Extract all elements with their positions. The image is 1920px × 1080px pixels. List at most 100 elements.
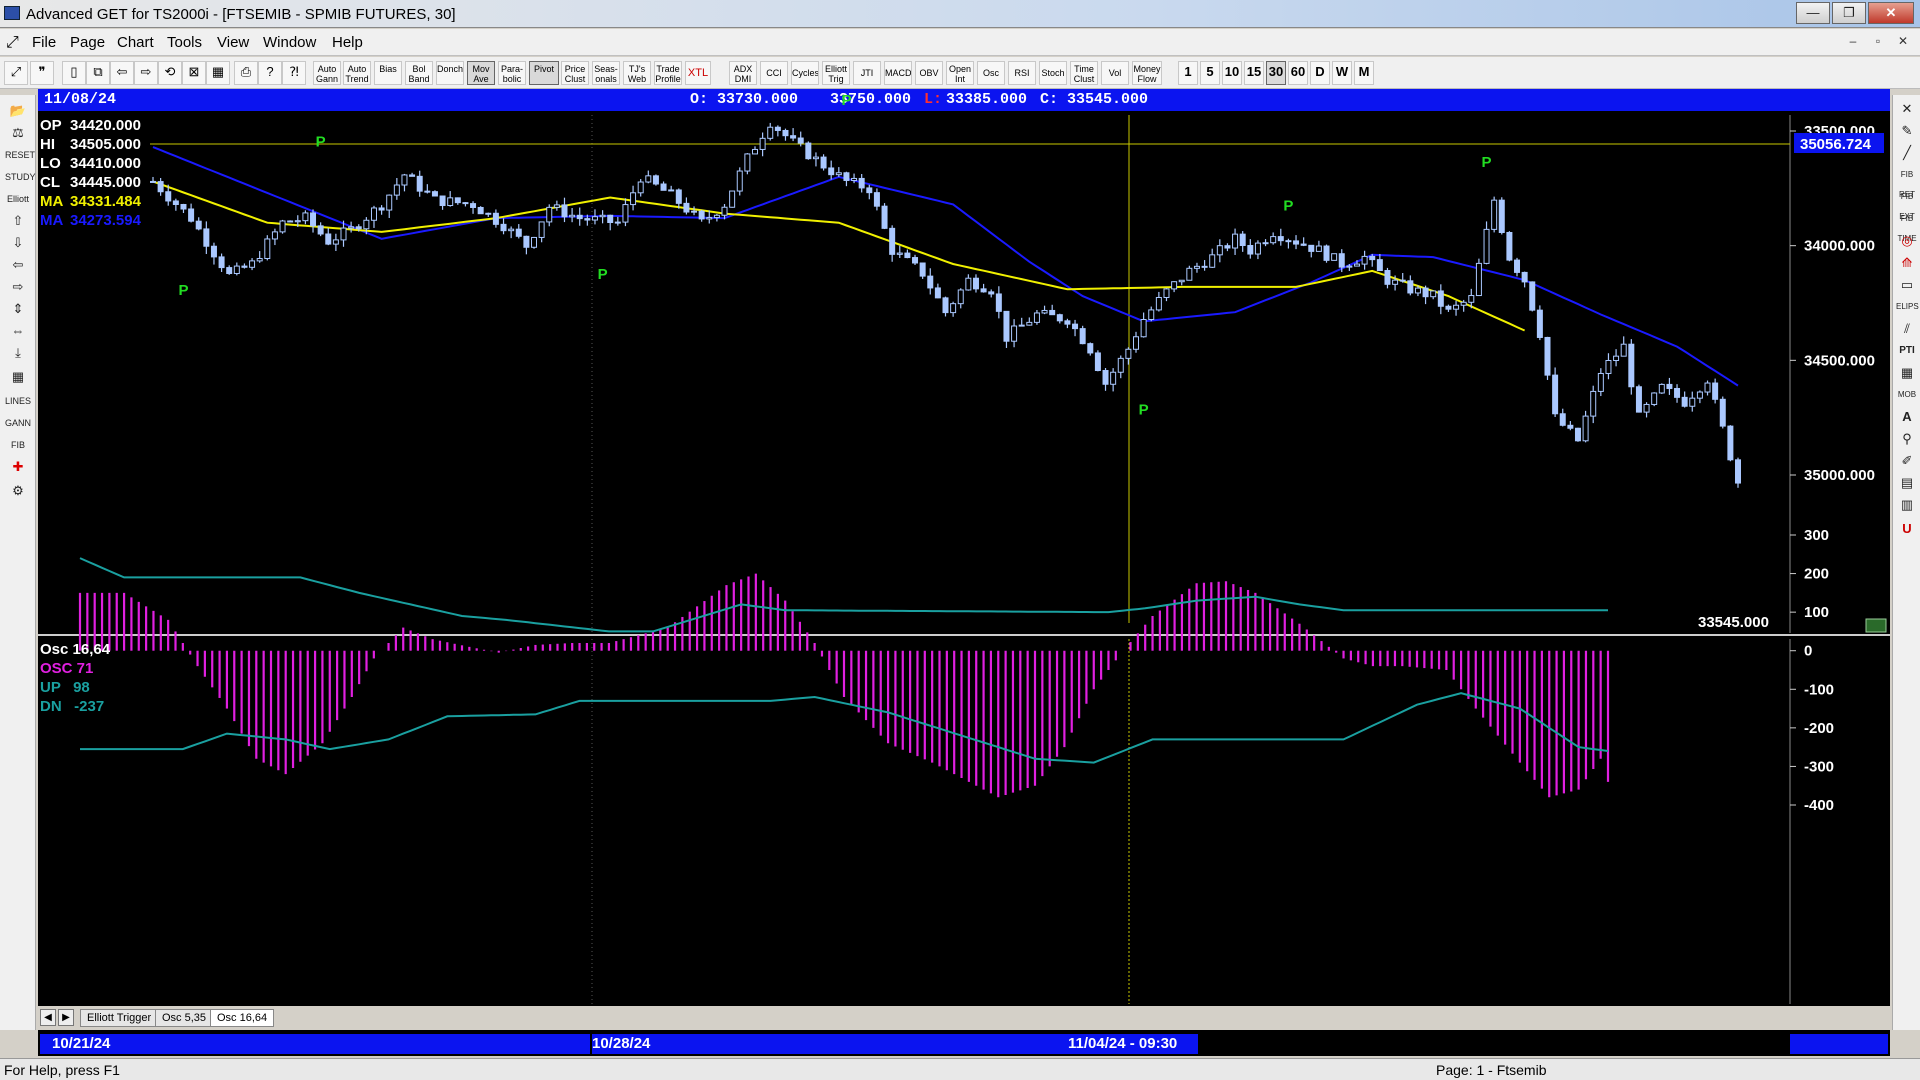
study-money-flow[interactable]: Money Flow: [1132, 61, 1162, 85]
quote-icon[interactable]: ❞: [30, 61, 54, 85]
fib-ret-icon[interactable]: FIB RET: [1896, 165, 1918, 199]
study-open-int[interactable]: Open Int: [946, 61, 974, 85]
interval-daily[interactable]: D: [1310, 61, 1330, 85]
study-stoch[interactable]: Stoch: [1039, 61, 1067, 85]
fan-icon[interactable]: ⟰: [1896, 253, 1918, 273]
copy-icon[interactable]: ⧉: [86, 61, 110, 85]
table-icon[interactable]: ▦: [1896, 363, 1918, 383]
settings-icon[interactable]: ⚙: [5, 481, 31, 501]
arrow-up-icon[interactable]: ⇧: [5, 211, 31, 231]
line-tool-icon[interactable]: ╱: [1896, 143, 1918, 163]
pencil-icon[interactable]: ✎: [1896, 121, 1918, 141]
tab-scroll-right-icon[interactable]: ▶: [58, 1009, 74, 1026]
paint-icon[interactable]: ✐: [1896, 451, 1918, 471]
box-icon[interactable]: ▭: [1896, 275, 1918, 295]
interval-60[interactable]: 60: [1288, 61, 1308, 85]
study-price-clust[interactable]: Price Clust: [561, 61, 589, 85]
study-jti[interactable]: JTI: [853, 61, 881, 85]
arrow-left-icon[interactable]: ⇦: [5, 255, 31, 275]
study-bias[interactable]: Bias: [374, 61, 402, 85]
study-bol-band[interactable]: Bol Band: [405, 61, 433, 85]
menu-page[interactable]: Page: [70, 34, 105, 51]
interval-15[interactable]: 15: [1244, 61, 1264, 85]
menu-chart[interactable]: Chart: [117, 34, 154, 51]
close-tool-icon[interactable]: ✕: [1896, 99, 1918, 119]
ellipse-icon[interactable]: ELIPS: [1896, 297, 1919, 317]
magnet-icon[interactable]: U: [1896, 519, 1918, 539]
study-icon[interactable]: STUDY: [5, 167, 36, 187]
interval-10[interactable]: 10: [1222, 61, 1242, 85]
scales-icon[interactable]: ⚖: [5, 123, 31, 143]
arrow-right-icon[interactable]: ⇨: [5, 277, 31, 297]
study-mov-ave[interactable]: Mov Ave: [467, 61, 495, 85]
mdi-minimize-icon[interactable]: –: [1842, 32, 1864, 52]
study-auto-trend[interactable]: Auto Trend: [343, 61, 371, 85]
study-osc[interactable]: Osc: [977, 61, 1005, 85]
print-icon[interactable]: ⎙: [234, 61, 258, 85]
study-adx-dmi[interactable]: ADX DMI: [729, 61, 757, 85]
zoom-vertical-icon[interactable]: ⤓: [5, 343, 31, 363]
pointer-icon[interactable]: ⤢: [4, 61, 28, 85]
menu-view[interactable]: View: [217, 34, 249, 51]
mdi-close-icon[interactable]: ✕: [1892, 32, 1914, 52]
gann-tool-icon[interactable]: GANN: [5, 413, 31, 433]
interval-5[interactable]: 5: [1200, 61, 1220, 85]
new-page-icon[interactable]: ▯: [62, 61, 86, 85]
study-tjs-web[interactable]: TJ's Web: [623, 61, 651, 85]
chart-canvas[interactable]: 35000.00034500.00034000.00033500.000 PPP…: [38, 89, 1890, 1008]
study-time-clust[interactable]: Time Clust: [1070, 61, 1098, 85]
menu-window[interactable]: Window: [263, 34, 316, 51]
spiral-icon[interactable]: ◎: [1896, 231, 1918, 251]
menu-app-icon[interactable]: ⤢: [6, 34, 19, 52]
expand-horizontal-icon[interactable]: ⇔: [5, 321, 31, 341]
study-parabolic[interactable]: Para-bolic: [498, 61, 526, 85]
maximize-window-icon[interactable]: ❐: [1832, 2, 1866, 24]
lines-tool-icon[interactable]: LINES: [5, 391, 31, 411]
study-rsi[interactable]: RSI: [1008, 61, 1036, 85]
fib-ext-icon[interactable]: FIB EXT: [1896, 187, 1918, 221]
magnifier-icon[interactable]: ⚲: [1896, 429, 1918, 449]
interval-weekly[interactable]: W: [1332, 61, 1352, 85]
close-window-icon[interactable]: ✕: [1868, 2, 1914, 24]
interval-monthly[interactable]: M: [1354, 61, 1374, 85]
channel-icon[interactable]: ⫽: [1896, 319, 1918, 339]
refresh-icon[interactable]: ⟲: [158, 61, 182, 85]
tab-osc-16-64[interactable]: Osc 16,64: [210, 1009, 275, 1027]
context-help-icon[interactable]: ⁈: [282, 61, 306, 85]
study-donch[interactable]: Donch: [436, 61, 464, 85]
study-trade-profile[interactable]: Trade Profile: [654, 61, 682, 85]
study-auto-gann[interactable]: Auto Gann: [313, 61, 341, 85]
study-cci[interactable]: CCI: [760, 61, 788, 85]
study-macd[interactable]: MACD: [884, 61, 912, 85]
grid-icon[interactable]: ▦: [206, 61, 230, 85]
study-cycles[interactable]: Cycles: [791, 61, 819, 85]
study-obv[interactable]: OBV: [915, 61, 943, 85]
forward-icon[interactable]: ⇨: [134, 61, 158, 85]
interval-30[interactable]: 30: [1266, 61, 1286, 85]
interval-1[interactable]: 1: [1178, 61, 1198, 85]
tab-osc-5-35[interactable]: Osc 5,35: [155, 1009, 214, 1027]
mob-icon[interactable]: MOB: [1896, 385, 1918, 405]
study-elliott-trig[interactable]: Elliott Trig: [822, 61, 850, 85]
compress-vertical-icon[interactable]: ⇕: [5, 299, 31, 319]
tab-scroll-left-icon[interactable]: ◀: [40, 1009, 56, 1026]
tab-elliott-trigger[interactable]: Elliott Trigger: [80, 1009, 159, 1027]
reset-icon[interactable]: RESET: [5, 145, 35, 165]
study-vol[interactable]: Vol: [1101, 61, 1129, 85]
menu-help[interactable]: Help: [332, 34, 363, 51]
back-icon[interactable]: ⇦: [110, 61, 134, 85]
mdi-restore-icon[interactable]: ▫: [1867, 32, 1889, 52]
chart-corner-icon[interactable]: [1865, 618, 1887, 633]
delete-icon[interactable]: ⊠: [182, 61, 206, 85]
study-pivot[interactable]: Pivot: [529, 61, 559, 85]
menu-tools[interactable]: Tools: [167, 34, 202, 51]
grid-small-icon[interactable]: ▤: [1896, 473, 1918, 493]
arrow-down-icon[interactable]: ⇩: [5, 233, 31, 253]
help-question-icon[interactable]: ?: [258, 61, 282, 85]
grid-tool-icon[interactable]: ▦: [5, 367, 31, 387]
fib-tool-icon[interactable]: FIB: [5, 435, 31, 455]
text-tool-icon[interactable]: A: [1896, 407, 1918, 427]
crosshair-icon[interactable]: ✚: [5, 457, 31, 477]
open-folder-icon[interactable]: 📂: [5, 101, 31, 121]
study-xtl[interactable]: XTL: [685, 61, 711, 85]
